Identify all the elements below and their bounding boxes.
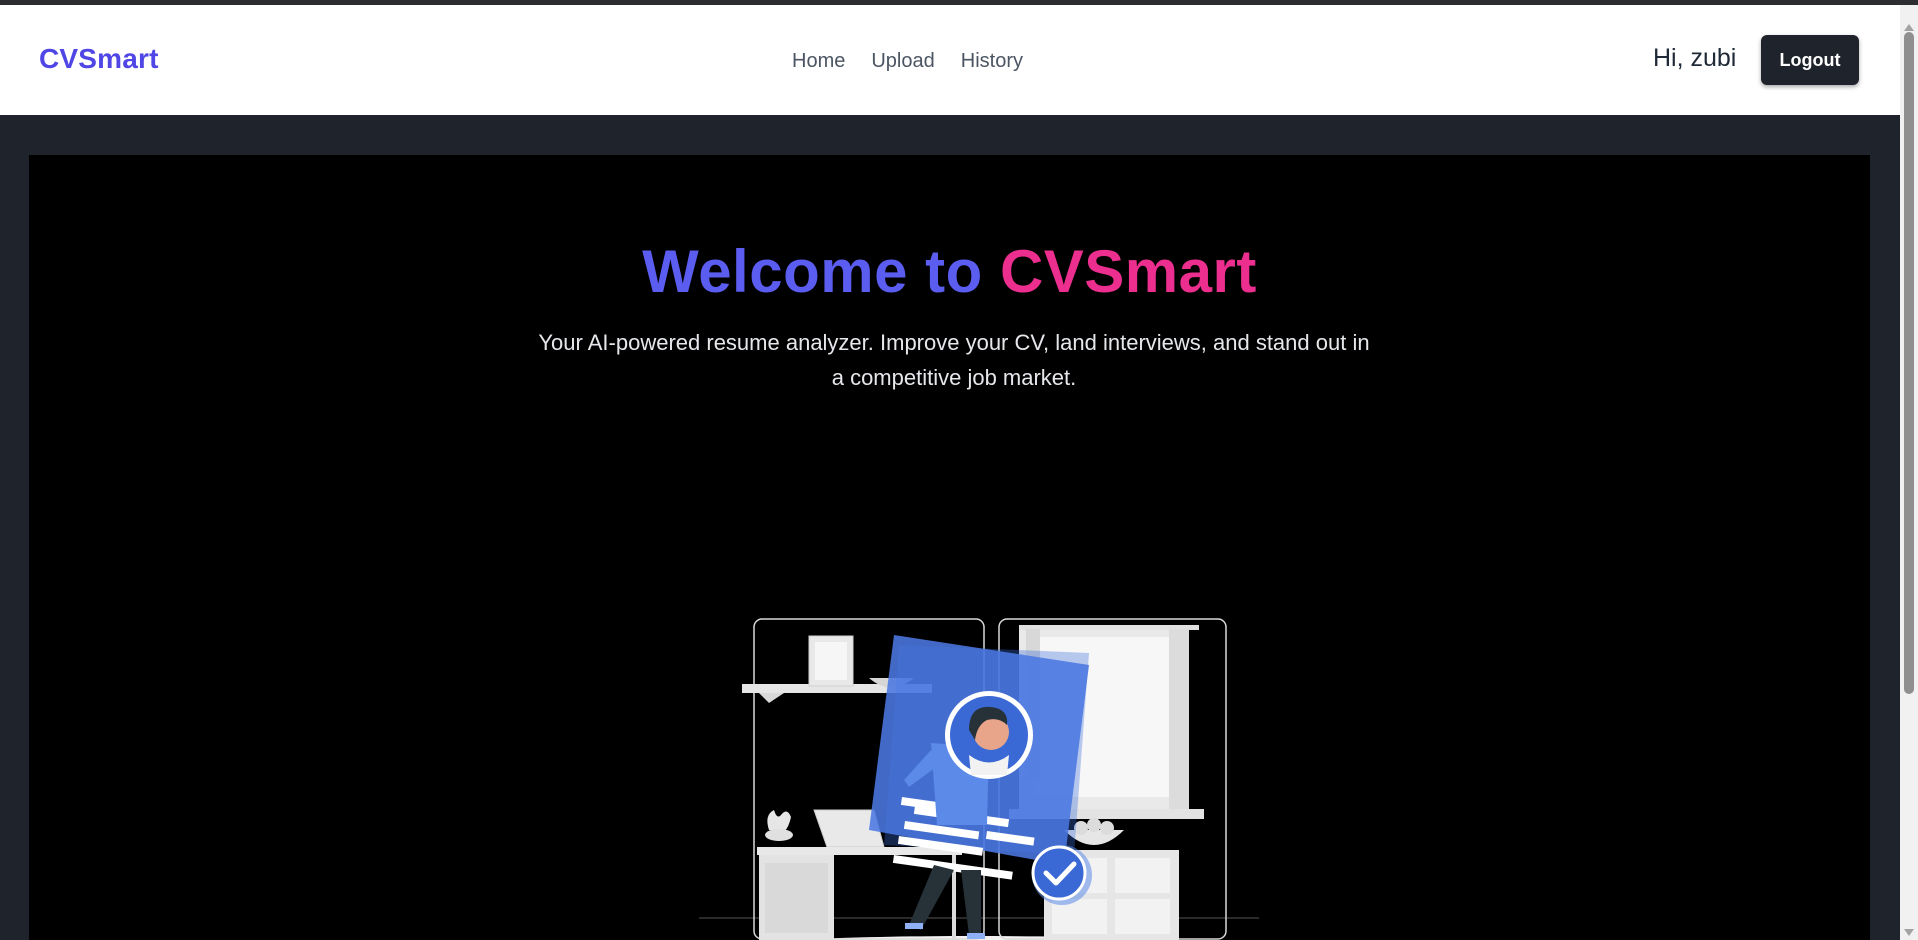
hero-title-welcome: Welcome to [642,238,983,305]
hero-section: Welcome to CVSmart Your AI-powered resum… [29,155,1870,940]
checkmark-badge-icon [1031,845,1092,905]
navbar: CVSmart Home Upload History Hi, zubi Log… [0,5,1900,115]
hero-title-brand: CVSmart [999,238,1257,305]
scroll-up-arrow-icon[interactable] [1904,24,1914,31]
resume-illustration [699,618,1259,940]
nav-link-history[interactable]: History [961,50,1023,73]
scrollbar-thumb[interactable] [1904,32,1914,694]
hero-title: Welcome to CVSmart [29,237,1870,306]
hero-subtitle: Your AI-powered resume analyzer. Improve… [538,330,1370,390]
user-greeting: Hi, zubi [1653,44,1737,72]
scroll-down-arrow-icon[interactable] [1904,929,1914,936]
nav-links: Home Upload History [792,50,1023,73]
page-scrollbar[interactable] [1900,5,1918,940]
nav-link-upload[interactable]: Upload [871,50,934,73]
nav-link-home[interactable]: Home [792,50,845,73]
logout-button[interactable]: Logout [1761,35,1859,85]
brand-logo[interactable]: CVSmart [39,43,159,75]
